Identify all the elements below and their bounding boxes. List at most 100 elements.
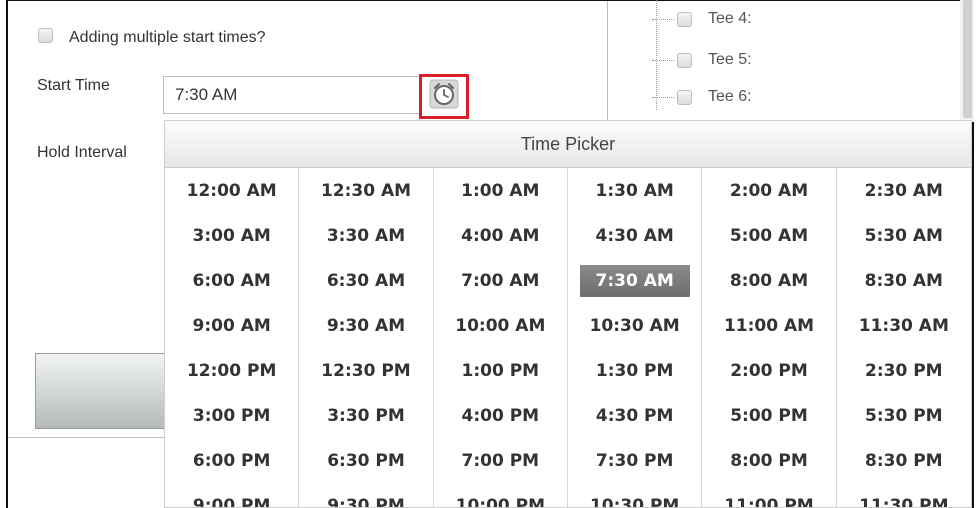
time-option[interactable]: 8:00 AM: [702, 258, 837, 303]
tree-branch: [652, 59, 674, 61]
time-option-label: 8:00 PM: [730, 450, 808, 471]
time-option[interactable]: 11:30 AM: [837, 303, 971, 348]
time-option[interactable]: 12:30 PM: [299, 348, 434, 393]
multi-start-row: Adding multiple start times?: [38, 23, 266, 47]
tee-label: Tee 4:: [708, 10, 752, 27]
time-option[interactable]: 12:00 PM: [165, 348, 300, 393]
time-option[interactable]: 9:00 AM: [165, 303, 300, 348]
time-option[interactable]: 4:30 PM: [568, 393, 703, 438]
time-option[interactable]: 6:30 AM: [299, 258, 434, 303]
time-option-label: 1:00 PM: [461, 360, 540, 381]
tee-label: Tee 5:: [708, 51, 752, 68]
time-option-label: 10:00 AM: [455, 315, 546, 336]
time-option-label: 7:00 AM: [461, 270, 540, 291]
time-option[interactable]: 7:00 PM: [434, 438, 568, 483]
time-option[interactable]: 1:30 AM: [568, 168, 703, 213]
time-option[interactable]: 11:00 PM: [702, 483, 837, 508]
time-option[interactable]: 10:00 PM: [434, 483, 568, 508]
start-time-input[interactable]: [163, 76, 420, 114]
time-option-label: 9:30 AM: [326, 315, 406, 336]
time-option[interactable]: 2:00 PM: [702, 348, 837, 393]
time-option-selected[interactable]: 7:30 AM: [568, 258, 703, 303]
time-option[interactable]: 5:30 PM: [837, 393, 971, 438]
time-option[interactable]: 2:30 PM: [837, 348, 971, 393]
time-option[interactable]: 1:30 PM: [568, 348, 703, 393]
time-option[interactable]: 11:00 AM: [702, 303, 837, 348]
time-option[interactable]: 3:30 AM: [299, 213, 434, 258]
time-option[interactable]: 9:30 AM: [299, 303, 434, 348]
time-option[interactable]: 5:30 AM: [837, 213, 971, 258]
time-option[interactable]: 3:30 PM: [299, 393, 434, 438]
time-option[interactable]: 1:00 AM: [434, 168, 568, 213]
time-option[interactable]: 12:30 AM: [299, 168, 434, 213]
tee-checkbox[interactable]: [677, 52, 692, 68]
tee-checkbox[interactable]: [677, 11, 692, 27]
time-option-label: 12:30 AM: [320, 180, 412, 201]
time-option[interactable]: 8:00 PM: [702, 438, 837, 483]
time-option[interactable]: 12:00 AM: [165, 168, 300, 213]
time-option-label: 6:30 PM: [327, 450, 405, 471]
time-option[interactable]: 6:00 PM: [165, 438, 300, 483]
time-option-label: 8:00 AM: [729, 270, 809, 291]
time-option-label: 12:00 AM: [186, 180, 277, 201]
time-option[interactable]: 4:30 AM: [568, 213, 703, 258]
time-option-label: 6:30 AM: [326, 270, 406, 291]
time-option[interactable]: 10:30 AM: [568, 303, 703, 348]
time-option-label: 4:30 AM: [595, 225, 674, 246]
time-option[interactable]: 7:00 AM: [434, 258, 568, 303]
time-option[interactable]: 4:00 PM: [434, 393, 568, 438]
time-option[interactable]: 10:30 PM: [568, 483, 703, 508]
time-option-label: 5:00 AM: [729, 225, 809, 246]
time-option[interactable]: 9:00 PM: [165, 483, 300, 507]
time-option[interactable]: 9:30 PM: [299, 483, 434, 508]
tree-branch: [652, 96, 674, 98]
start-time-label: Start Time: [37, 77, 110, 94]
time-option-label: 10:30 PM: [589, 495, 680, 508]
tee-scrollbar-thumb[interactable]: [963, 0, 972, 118]
time-option[interactable]: 1:00 PM: [434, 348, 568, 393]
time-option[interactable]: 3:00 PM: [165, 393, 300, 438]
time-option[interactable]: 2:30 AM: [837, 168, 971, 213]
time-option[interactable]: 7:30 PM: [568, 438, 703, 483]
time-picker-title: Time Picker: [165, 121, 971, 168]
time-option[interactable]: 10:00 AM: [434, 303, 568, 348]
time-option-label: 9:30 PM: [327, 495, 405, 508]
time-option[interactable]: 8:30 PM: [837, 438, 971, 483]
time-option[interactable]: 6:00 AM: [165, 258, 300, 303]
tee-label: Tee 6:: [708, 88, 752, 105]
form-action-button[interactable]: [35, 353, 175, 429]
tee-row: Tee 5:: [652, 47, 752, 73]
time-option[interactable]: 2:00 AM: [702, 168, 837, 213]
time-option-label: 2:30 PM: [865, 360, 943, 381]
time-option-label: 8:30 AM: [864, 270, 943, 291]
time-option-label: 12:30 PM: [321, 360, 411, 381]
time-option[interactable]: 11:30 PM: [837, 483, 971, 508]
time-option-label: 6:00 AM: [192, 270, 271, 291]
time-option-label: 11:00 PM: [724, 495, 814, 508]
time-grid: 12:00 AM 12:30 AM 1:00 AM 1:30 AM 2:00 AM 2:3…: [165, 168, 971, 508]
time-option-label: 2:30 AM: [864, 180, 943, 201]
time-picker-popup: Time Picker 12:00 AM 12:30 AM 1:00 AM 1:30 …: [164, 120, 972, 508]
time-option-label: 2:00 PM: [730, 360, 808, 381]
time-option-label: 9:00 AM: [192, 315, 271, 336]
time-option-label: 1:30 AM: [595, 180, 674, 201]
time-option[interactable]: 4:00 AM: [434, 213, 568, 258]
time-option-label: 10:00 PM: [455, 495, 546, 508]
time-option-label: 11:00 AM: [723, 315, 815, 336]
tee-checkbox[interactable]: [677, 89, 692, 105]
tree-branch: [652, 18, 674, 20]
time-option-label: 4:30 PM: [595, 405, 674, 426]
multi-start-checkbox[interactable]: [38, 27, 53, 43]
tee-tree: Tee 4: Tee 5: Tee 6:: [612, 0, 972, 122]
time-option-label: 5:00 PM: [730, 405, 808, 426]
time-option[interactable]: 3:00 AM: [165, 213, 300, 258]
time-option-label: 5:30 PM: [865, 405, 943, 426]
time-picker-button[interactable]: [419, 74, 469, 119]
time-option-label: 12:00 PM: [186, 360, 277, 381]
time-option[interactable]: 5:00 AM: [702, 213, 837, 258]
time-option[interactable]: 6:30 PM: [299, 438, 434, 483]
time-option[interactable]: 5:00 PM: [702, 393, 837, 438]
time-option-label: 10:30 AM: [589, 315, 680, 336]
time-option-label: 3:00 PM: [192, 405, 271, 426]
time-option[interactable]: 8:30 AM: [837, 258, 971, 303]
